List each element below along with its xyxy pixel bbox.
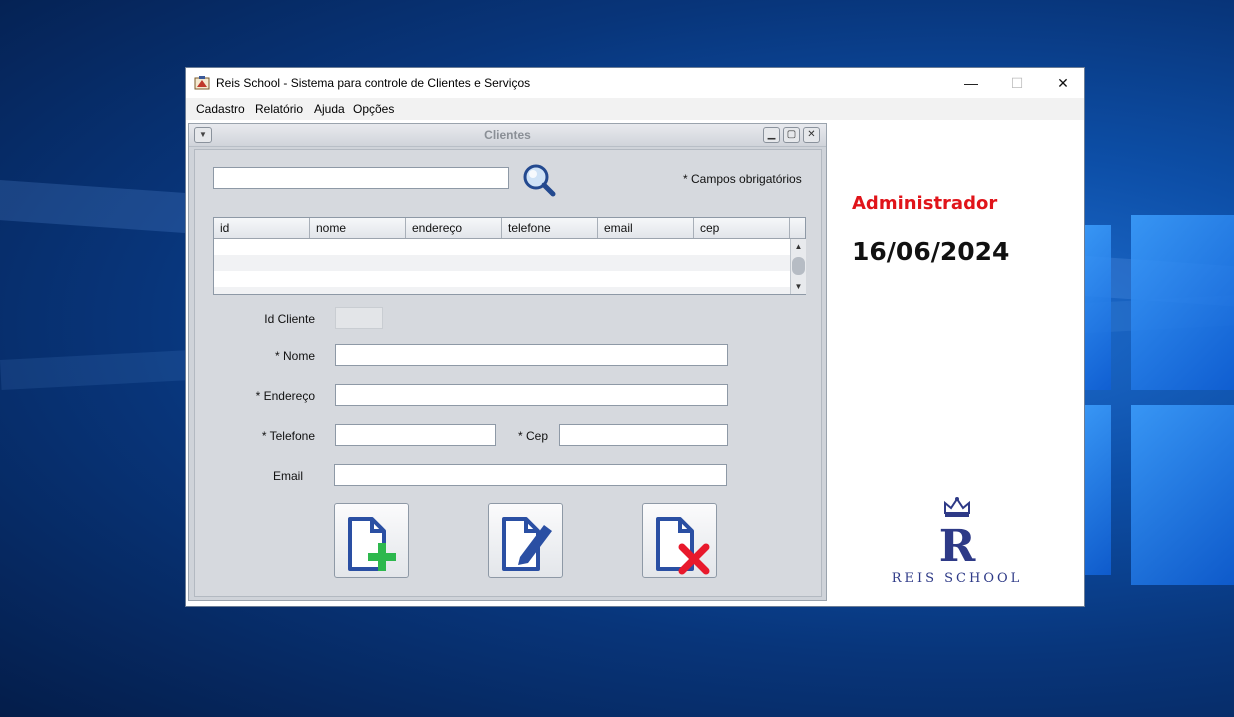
close-button[interactable]: ✕ xyxy=(1040,68,1086,98)
menu-cadastro[interactable]: Cadastro xyxy=(196,102,245,116)
cep-field[interactable] xyxy=(559,424,728,446)
school-name-text: REIS SCHOOL xyxy=(891,571,1023,586)
table-header-corner xyxy=(790,218,805,239)
table-row[interactable] xyxy=(214,239,790,255)
java-app-icon xyxy=(194,76,210,90)
table-row[interactable] xyxy=(214,271,790,287)
endereco-label: * Endereço xyxy=(255,389,315,403)
column-header-email[interactable]: email xyxy=(598,218,694,238)
menu-ajuda[interactable]: Ajuda xyxy=(314,102,345,116)
menu-bar: Cadastro Relatório Ajuda Opções xyxy=(186,98,1084,120)
required-fields-note: * Campos obrigatórios xyxy=(683,172,802,186)
table-row[interactable] xyxy=(214,287,790,294)
edit-client-button[interactable] xyxy=(488,503,563,578)
column-header-nome[interactable]: nome xyxy=(310,218,406,238)
column-header-id[interactable]: id xyxy=(214,218,310,238)
window-title: Reis School - Sistema para controle de C… xyxy=(216,76,531,90)
scroll-down-arrow-icon[interactable]: ▼ xyxy=(793,281,804,292)
table-vertical-scrollbar[interactable]: ▲ ▼ xyxy=(790,239,806,294)
search-input[interactable] xyxy=(213,167,509,189)
add-client-button[interactable] xyxy=(334,503,409,578)
minimize-icon: — xyxy=(964,75,978,91)
minimize-button[interactable]: — xyxy=(948,68,994,98)
side-info-panel: Administrador 16/06/2024 R REIS SCHOOL xyxy=(827,123,1084,606)
cep-label: * Cep xyxy=(517,429,548,443)
table-header: id nome endereço telefone email cep xyxy=(214,218,790,239)
table-row[interactable] xyxy=(214,255,790,271)
internal-frame-title-bar[interactable]: ▼ Clientes ▁ ▢ ✕ xyxy=(189,124,826,147)
document-x-icon xyxy=(656,517,710,575)
logged-user-label: Administrador xyxy=(852,193,998,214)
column-header-endereco[interactable]: endereço xyxy=(406,218,502,238)
frame-maximize-button[interactable]: ▢ xyxy=(783,127,800,143)
clientes-form-panel: * Campos obrigatórios id nome endereço t… xyxy=(194,149,822,597)
frame-close-button[interactable]: ✕ xyxy=(803,127,820,143)
internal-frame-title: Clientes xyxy=(484,128,531,142)
delete-client-button[interactable] xyxy=(642,503,717,578)
maximize-button[interactable]: ☐ xyxy=(994,68,1040,98)
windows-logo xyxy=(1085,215,1234,595)
search-icon[interactable] xyxy=(521,163,557,199)
column-header-cep[interactable]: cep xyxy=(694,218,790,238)
document-plus-icon xyxy=(348,517,396,571)
clients-table[interactable]: id nome endereço telefone email cep ▲ ▼ xyxy=(213,217,806,295)
scrollbar-thumb[interactable] xyxy=(792,257,805,275)
id-cliente-label: Id Cliente xyxy=(264,312,315,326)
menu-opcoes[interactable]: Opções xyxy=(353,102,394,116)
telefone-field[interactable] xyxy=(335,424,496,446)
close-icon: ✕ xyxy=(1057,74,1069,91)
menu-relatorio[interactable]: Relatório xyxy=(255,102,303,116)
nome-label: * Nome xyxy=(274,349,315,363)
telefone-label: * Telefone xyxy=(261,429,315,443)
title-bar[interactable]: Reis School - Sistema para controle de C… xyxy=(186,68,1084,98)
svg-text:R: R xyxy=(939,521,976,567)
clientes-internal-frame: ▼ Clientes ▁ ▢ ✕ * Campos obrigatórios i… xyxy=(188,123,827,601)
app-window: Reis School - Sistema para controle de C… xyxy=(185,67,1085,607)
email-field[interactable] xyxy=(334,464,727,486)
endereco-field[interactable] xyxy=(335,384,728,406)
maximize-icon: ☐ xyxy=(1010,74,1024,91)
column-header-telefone[interactable]: telefone xyxy=(502,218,598,238)
scroll-up-arrow-icon[interactable]: ▲ xyxy=(793,241,804,252)
document-pen-icon xyxy=(502,517,552,571)
current-date-label: 16/06/2024 xyxy=(852,237,1010,266)
nome-field[interactable] xyxy=(335,344,728,366)
reis-school-logo: R xyxy=(939,497,976,567)
frame-minimize-button[interactable]: ▁ xyxy=(763,127,780,143)
email-label: Email xyxy=(272,469,303,483)
id-cliente-field xyxy=(335,307,383,329)
